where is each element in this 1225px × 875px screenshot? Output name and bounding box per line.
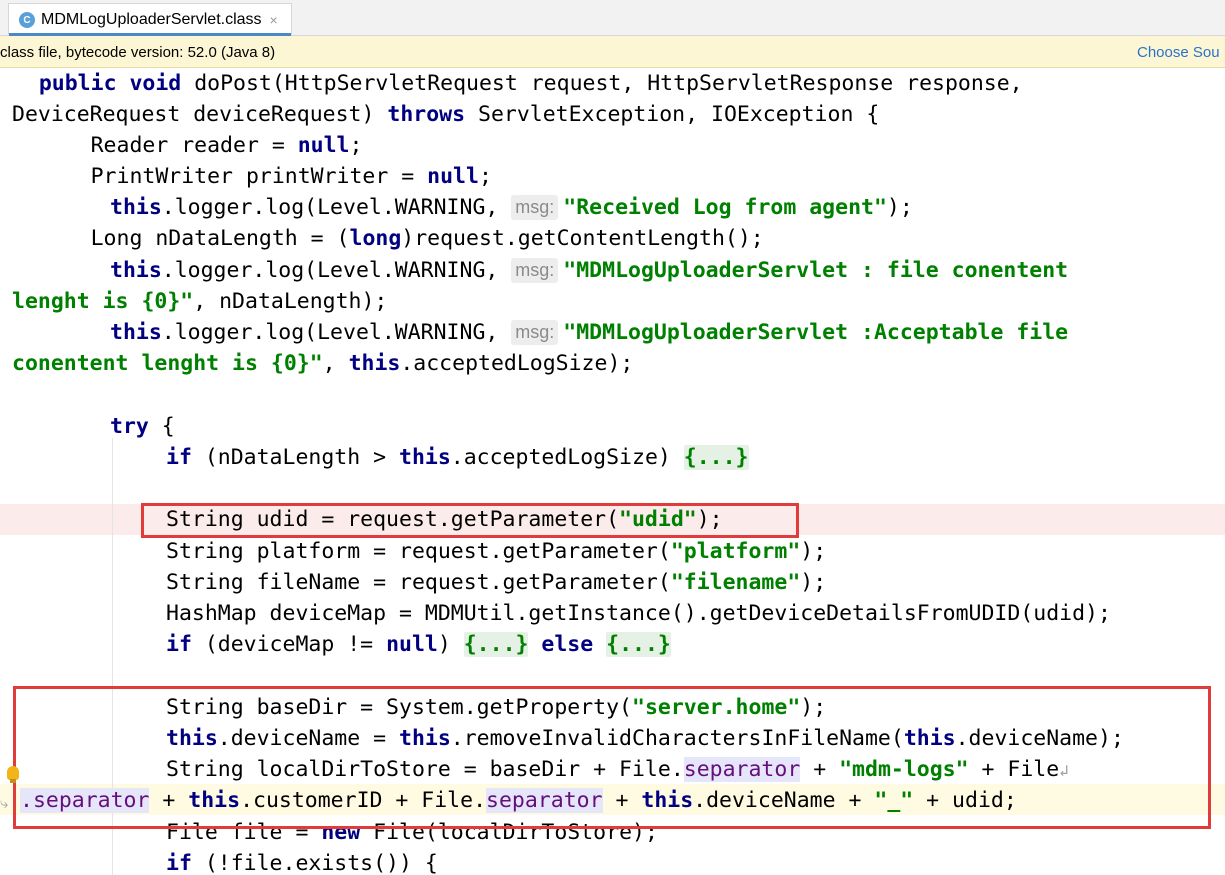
folded-block[interactable]: {...} xyxy=(683,445,749,470)
highlight-box-udid xyxy=(141,503,799,538)
parameter-hint: msg: xyxy=(511,258,559,283)
code-line: if (!file.exists()) { xyxy=(166,851,438,875)
code-line: if (deviceMap != null) {...} else {...} xyxy=(166,632,671,657)
code-line: this.logger.log(Level.WARNING, msg: "Rece… xyxy=(110,195,913,220)
code-line: String platform = request.getParameter("… xyxy=(166,539,827,564)
parameter-hint: msg: xyxy=(511,195,559,220)
code-line: DeviceRequest deviceRequest) throws Serv… xyxy=(12,102,880,127)
code-line: Long nDataLength = (long)request.getCont… xyxy=(0,226,764,251)
decompiled-info-bar: class file, bytecode version: 52.0 (Java… xyxy=(0,36,1225,68)
java-class-icon: C xyxy=(19,12,35,28)
code-line: if (nDataLength > this.acceptedLogSize) … xyxy=(166,445,749,470)
code-editor[interactable]: public void doPost(HttpServletRequest re… xyxy=(0,68,1225,875)
close-icon[interactable]: × xyxy=(270,12,278,28)
bytecode-info-text: class file, bytecode version: 52.0 (Java… xyxy=(0,44,276,61)
parameter-hint: msg: xyxy=(511,320,559,345)
tab-title: MDMLogUploaderServlet.class xyxy=(41,11,262,28)
lightbulb-icon[interactable] xyxy=(7,766,19,783)
code-line: this.logger.log(Level.WARNING, msg: "MDML… xyxy=(110,320,1069,345)
choose-sources-link[interactable]: Choose Sou xyxy=(1137,44,1220,61)
code-line: public void doPost(HttpServletRequest re… xyxy=(38,71,1023,96)
highlight-box-path xyxy=(13,686,1211,829)
code-line: conentent lenght is {0}", this.acceptedL… xyxy=(12,351,634,376)
code-line: this.logger.log(Level.WARNING, msg: "MDML… xyxy=(110,258,1069,283)
wrap-marker-icon: ⤷ xyxy=(0,794,9,812)
editor-tab-bar: C MDMLogUploaderServlet.class × xyxy=(0,0,1225,36)
folded-block[interactable]: {...} xyxy=(606,632,671,657)
code-line: PrintWriter printWriter = null; xyxy=(0,164,492,189)
code-line: lenght is {0}", nDataLength); xyxy=(12,289,388,314)
code-line: String fileName = request.getParameter("… xyxy=(166,570,827,595)
code-line: HashMap deviceMap = MDMUtil.getInstance(… xyxy=(166,601,1111,626)
code-line: try { xyxy=(110,414,175,439)
code-line: Reader reader = null; xyxy=(0,133,363,158)
folded-block[interactable]: {...} xyxy=(463,632,529,657)
editor-tab[interactable]: C MDMLogUploaderServlet.class × xyxy=(8,3,292,36)
